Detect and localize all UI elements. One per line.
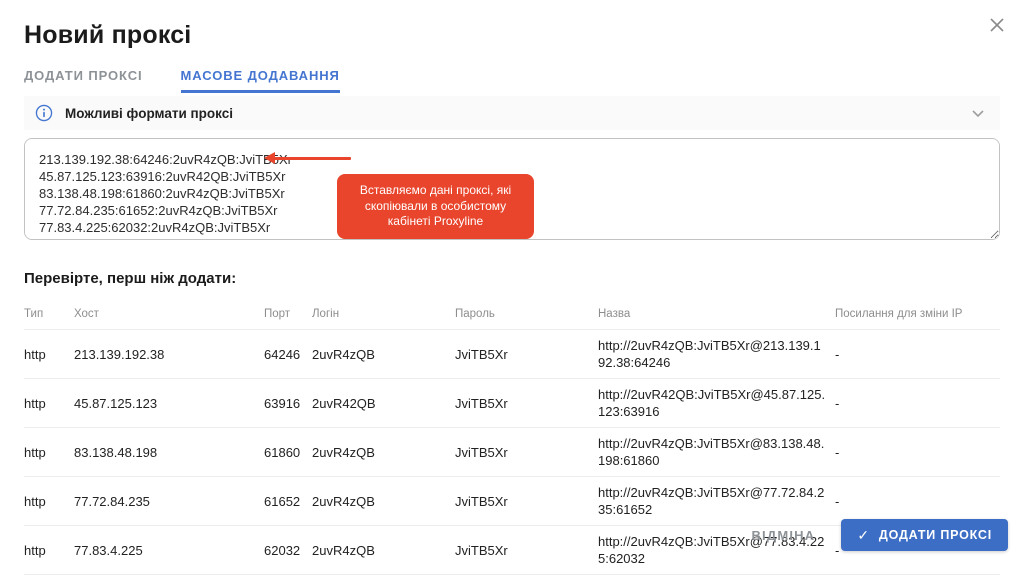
- tab-bar: ДОДАТИ ПРОКСІ МАСОВЕ ДОДАВАННЯ: [24, 68, 1000, 93]
- dialog-footer: ВІДМІНА ✓ ДОДАТИ ПРОКСІ: [751, 519, 1008, 551]
- add-proxy-button[interactable]: ✓ ДОДАТИ ПРОКСІ: [841, 519, 1008, 551]
- cell-password: JviTB5Xr: [455, 526, 598, 575]
- cell-ip-change-link: -: [835, 330, 1000, 379]
- cell-type: http: [24, 379, 74, 428]
- cell-login: 2uvR42QB: [312, 379, 455, 428]
- table-header-row: Тип Хост Порт Логін Пароль Назва Посилан…: [24, 302, 1000, 330]
- close-icon[interactable]: [986, 14, 1008, 36]
- cancel-button[interactable]: ВІДМІНА: [751, 528, 815, 543]
- cell-login: 2uvR4zQB: [312, 477, 455, 526]
- proxy-formats-accordion[interactable]: Можливі формати проксі: [24, 96, 1000, 130]
- cell-host: 77.83.4.225: [74, 526, 264, 575]
- col-header-type: Тип: [24, 302, 74, 330]
- cell-login: 2uvR4zQB: [312, 428, 455, 477]
- cell-ip-change-link: -: [835, 428, 1000, 477]
- cell-port: 63916: [264, 379, 312, 428]
- chevron-down-icon[interactable]: [970, 105, 986, 121]
- cell-password: JviTB5Xr: [455, 330, 598, 379]
- cell-type: http: [24, 428, 74, 477]
- page-title: Новий проксі: [24, 0, 1000, 50]
- accordion-label: Можливі формати проксі: [65, 106, 233, 121]
- review-heading: Перевірте, перш ніж додати:: [24, 270, 1000, 287]
- cell-type: http: [24, 526, 74, 575]
- table-row: http 45.87.125.123 63916 2uvR42QB JviTB5…: [24, 379, 1000, 428]
- cell-port: 62032: [264, 526, 312, 575]
- col-header-host: Хост: [74, 302, 264, 330]
- table-row: http 213.139.192.38 64246 2uvR4zQB JviTB…: [24, 330, 1000, 379]
- tab-add-proxy[interactable]: ДОДАТИ ПРОКСІ: [24, 68, 143, 93]
- cell-password: JviTB5Xr: [455, 379, 598, 428]
- cell-port: 61860: [264, 428, 312, 477]
- annotation-tooltip: Вставляємо дані проксі, які скопіювали в…: [337, 174, 534, 239]
- cell-login: 2uvR4zQB: [312, 330, 455, 379]
- cell-name: http://2uvR4zQB:JviTB5Xr@83.138.48.198:6…: [598, 428, 835, 477]
- table-row: http 83.138.48.198 61860 2uvR4zQB JviTB5…: [24, 428, 1000, 477]
- add-proxy-button-label: ДОДАТИ ПРОКСІ: [879, 528, 992, 542]
- cell-host: 45.87.125.123: [74, 379, 264, 428]
- annotation-arrow-line: [274, 157, 351, 160]
- col-header-password: Пароль: [455, 302, 598, 330]
- cell-host: 77.72.84.235: [74, 477, 264, 526]
- col-header-name: Назва: [598, 302, 835, 330]
- cell-port: 61652: [264, 477, 312, 526]
- cell-port: 64246: [264, 330, 312, 379]
- cell-login: 2uvR4zQB: [312, 526, 455, 575]
- cell-host: 83.138.48.198: [74, 428, 264, 477]
- tab-bulk-add[interactable]: МАСОВЕ ДОДАВАННЯ: [181, 68, 340, 93]
- cell-password: JviTB5Xr: [455, 477, 598, 526]
- cell-ip-change-link: -: [835, 379, 1000, 428]
- col-header-ip-change-link: Посилання для зміни IP: [835, 302, 1000, 330]
- cell-name: http://2uvR42QB:JviTB5Xr@45.87.125.123:6…: [598, 379, 835, 428]
- cell-host: 213.139.192.38: [74, 330, 264, 379]
- check-icon: ✓: [857, 527, 870, 544]
- col-header-login: Логін: [312, 302, 455, 330]
- cell-name: http://2uvR4zQB:JviTB5Xr@213.139.192.38:…: [598, 330, 835, 379]
- cell-type: http: [24, 330, 74, 379]
- bulk-input-area: 213.139.192.38:64246:2uvR4zQB:JviTB5Xr 4…: [24, 138, 1000, 240]
- cell-password: JviTB5Xr: [455, 428, 598, 477]
- cell-type: http: [24, 477, 74, 526]
- col-header-port: Порт: [264, 302, 312, 330]
- info-icon: [35, 104, 53, 122]
